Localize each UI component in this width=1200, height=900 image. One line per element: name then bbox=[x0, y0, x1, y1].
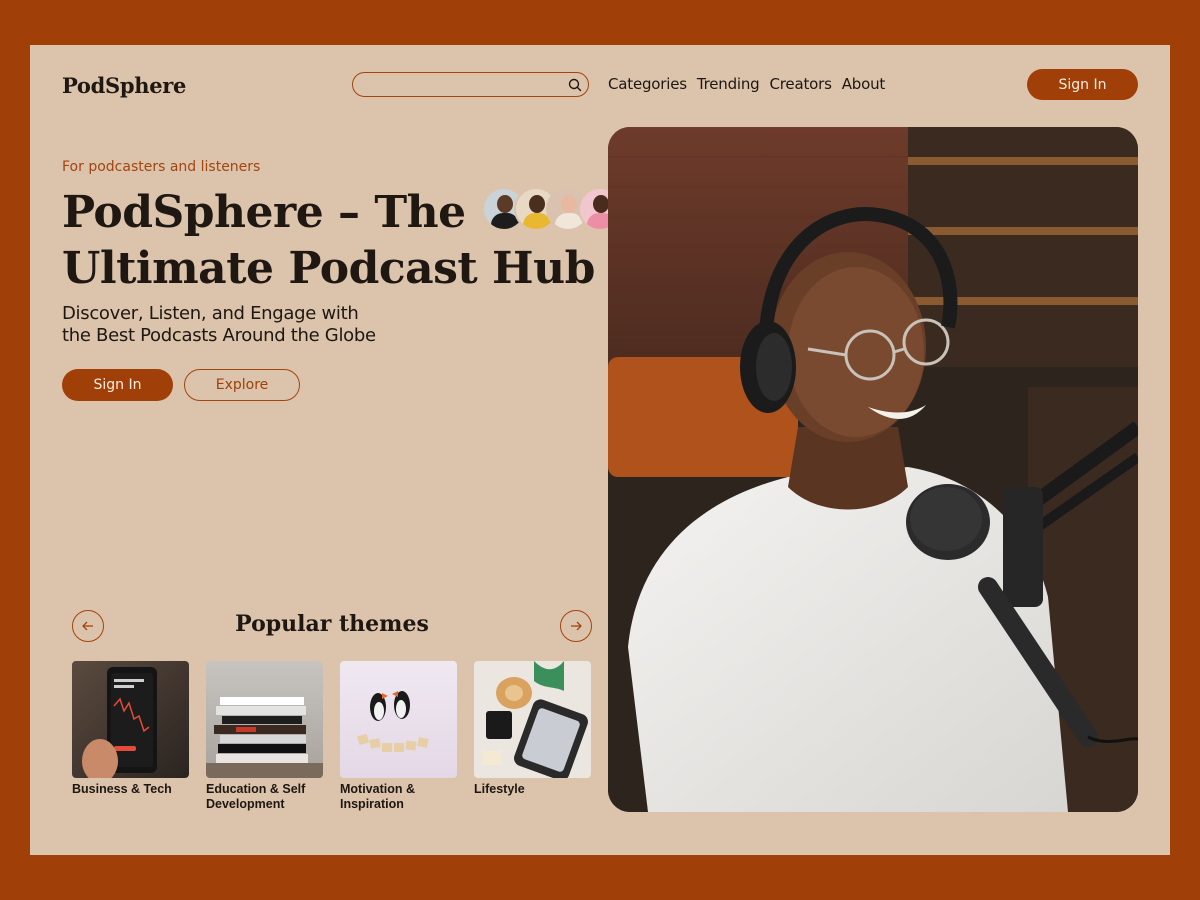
themes-title: Popular themes bbox=[235, 611, 429, 637]
creator-avatars bbox=[482, 187, 622, 231]
hero-title-line2: Ultimate Podcast Hub bbox=[62, 243, 595, 294]
explore-button[interactable]: Explore bbox=[184, 369, 300, 401]
search-input[interactable] bbox=[365, 76, 555, 94]
nav-creators[interactable]: Creators bbox=[770, 75, 832, 93]
hero-photo-podcaster bbox=[608, 127, 1138, 812]
arrow-right-icon bbox=[571, 621, 582, 631]
nav-categories[interactable]: Categories bbox=[608, 75, 687, 93]
hero-sign-in-button[interactable]: Sign In bbox=[62, 369, 173, 401]
hero-subtitle-line2: the Best Podcasts Around the Globe bbox=[62, 325, 376, 346]
travel-suitcase-icon bbox=[474, 661, 591, 778]
nav-about[interactable]: About bbox=[842, 75, 886, 93]
hero-eyebrow: For podcasters and listeners bbox=[62, 159, 261, 175]
theme-label: Education & Self Development bbox=[206, 782, 306, 811]
hero-subtitle-line1: Discover, Listen, and Engage with bbox=[62, 303, 359, 324]
main-nav: Categories Trending Creators About bbox=[608, 75, 885, 93]
theme-card-lifestyle[interactable]: Lifestyle bbox=[474, 661, 591, 797]
logo[interactable]: PodSphere bbox=[62, 73, 186, 98]
theme-card-education[interactable]: Education & Self Development bbox=[206, 661, 323, 812]
arrow-left-icon bbox=[82, 621, 93, 631]
theme-card-motivation[interactable]: Motivation & Inspiration bbox=[340, 661, 457, 812]
puffin-figurines-icon bbox=[340, 661, 457, 778]
search-bar[interactable] bbox=[352, 72, 589, 97]
themes-next-button[interactable] bbox=[560, 610, 592, 642]
theme-label: Lifestyle bbox=[474, 782, 525, 796]
stock-chart-phone-icon bbox=[72, 661, 189, 778]
header-sign-in-button[interactable]: Sign In bbox=[1027, 69, 1138, 100]
theme-label: Motivation & Inspiration bbox=[340, 782, 415, 811]
theme-card-business-tech[interactable]: Business & Tech bbox=[72, 661, 189, 797]
landing-page: PodSphere Categories Trending Creators A… bbox=[30, 45, 1170, 855]
nav-trending[interactable]: Trending bbox=[697, 75, 760, 93]
search-icon[interactable] bbox=[567, 77, 583, 93]
theme-label: Business & Tech bbox=[72, 782, 172, 796]
themes-prev-button[interactable] bbox=[72, 610, 104, 642]
hero-subtitle: Discover, Listen, and Engage with the Be… bbox=[62, 303, 462, 347]
book-stack-icon bbox=[206, 661, 323, 778]
